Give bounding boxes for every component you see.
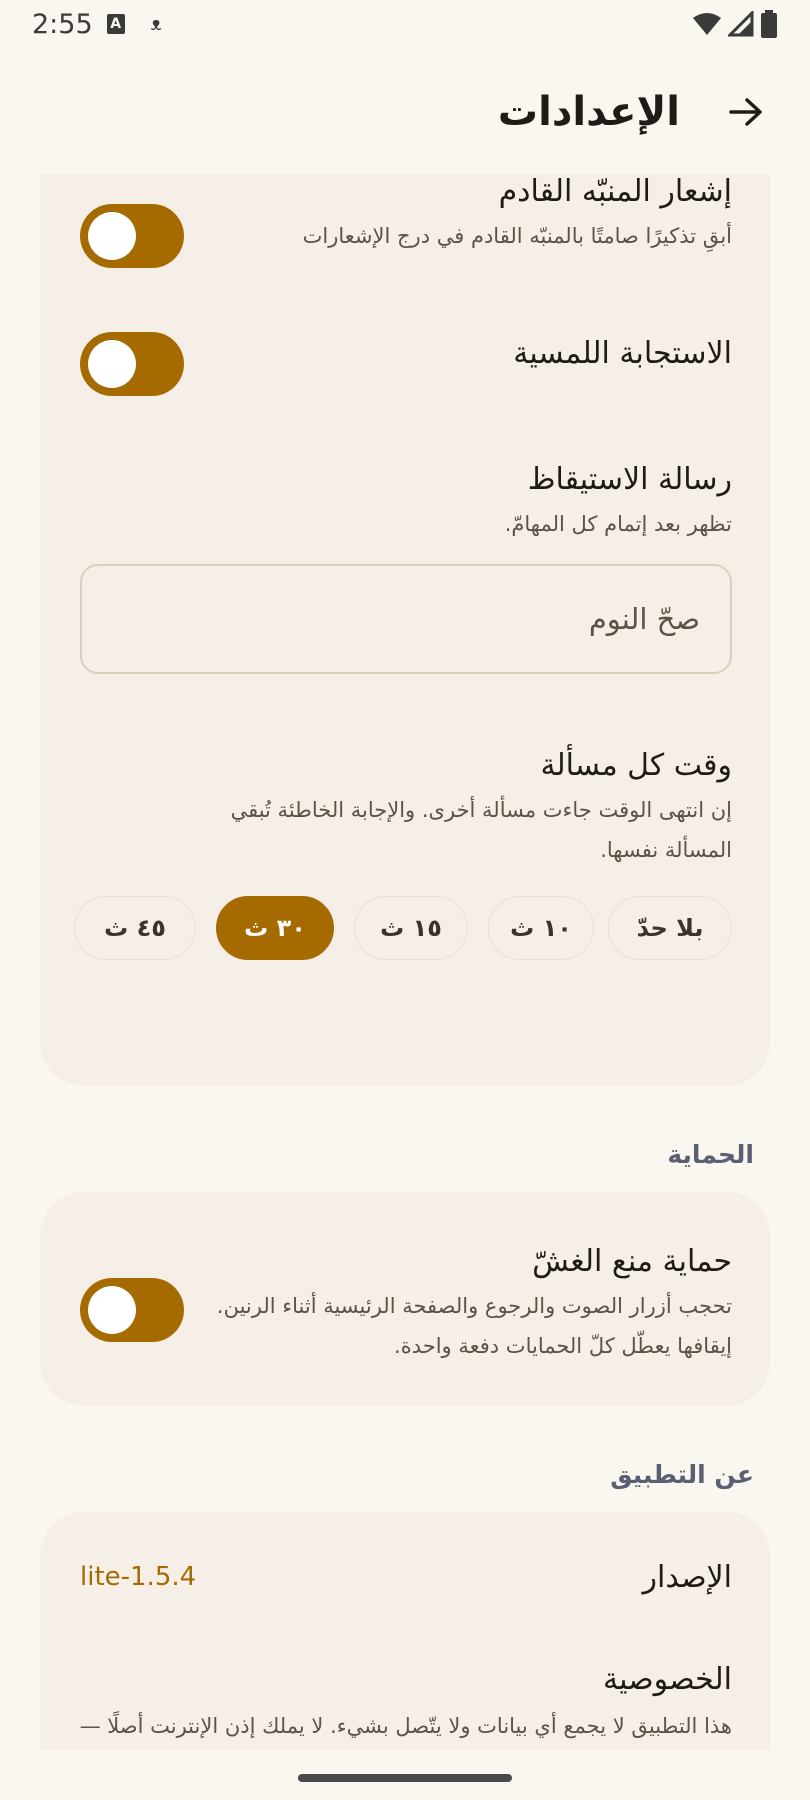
back-button[interactable] — [722, 88, 770, 136]
app-bar: الإعدادات — [0, 72, 810, 152]
signal-icon — [728, 11, 754, 37]
version-title: الإصدار — [642, 1560, 733, 1595]
status-bar: 2:55 A ᴥ — [0, 0, 810, 48]
time-option-10s[interactable]: ١٠ ث — [488, 896, 594, 960]
battery-icon — [761, 10, 777, 38]
anti-cheat-subtitle-line2: إيقافها يعطّل كلّ الحمايات دفعة واحدة. — [394, 1334, 732, 1358]
anti-cheat-subtitle-line1: تحجب أزرار الصوت والرجوع والصفحة الرئيسي… — [216, 1294, 732, 1318]
next-alarm-subtitle: أبقِ تذكيرًا صامتًا بالمنبّه القادم في د… — [302, 224, 732, 248]
settings-list[interactable]: إشعار المنبّه القادم أبقِ تذكيرًا صامتًا… — [0, 174, 810, 1750]
home-indicator[interactable] — [298, 1774, 512, 1782]
anti-cheat-row[interactable]: حماية منع الغشّ تحجب أزرار الصوت والرجوع… — [40, 1244, 770, 1364]
privacy-subtitle: هذا التطبيق لا يجمع أي بيانات ولا يتّصل … — [79, 1714, 732, 1738]
time-option-30s[interactable]: ٣٠ ث — [216, 896, 334, 960]
anti-cheat-toggle[interactable] — [80, 1278, 184, 1342]
wake-message-title: رسالة الاستيقاظ — [527, 462, 732, 497]
wake-message-field[interactable] — [80, 564, 732, 674]
next-alarm-toggle[interactable] — [80, 204, 184, 268]
protection-card: حماية منع الغشّ تحجب أزرار الصوت والرجوع… — [40, 1192, 770, 1406]
haptics-row[interactable]: الاستجابة اللمسية — [40, 322, 770, 432]
toggle-knob — [88, 212, 136, 260]
version-row: الإصدار lite-1.5.4 — [40, 1550, 770, 1610]
cat-icon: ᴥ — [150, 13, 162, 35]
toggle-knob — [88, 340, 136, 388]
wake-message-row: رسالة الاستيقاظ تظهر بعد إتمام كل المهام… — [40, 462, 770, 732]
privacy-title: الخصوصية — [603, 1662, 732, 1697]
haptics-title: الاستجابة اللمسية — [513, 336, 732, 371]
time-option-unlimited[interactable]: بلا حدّ — [608, 896, 732, 960]
toggle-knob — [88, 1286, 136, 1334]
time-option-45s[interactable]: ٤٥ ث — [74, 896, 196, 960]
next-alarm-row[interactable]: إشعار المنبّه القادم أبقِ تذكيرًا صامتًا… — [40, 174, 770, 292]
general-settings-card: إشعار المنبّه القادم أبقِ تذكيرًا صامتًا… — [40, 174, 770, 1086]
page-title: الإعدادات — [497, 89, 680, 135]
about-card: الإصدار lite-1.5.4 الخصوصية هذا التطبيق … — [40, 1512, 770, 1750]
status-right — [692, 10, 778, 38]
privacy-row[interactable]: الخصوصية هذا التطبيق لا يجمع أي بيانات و… — [40, 1662, 770, 1750]
wifi-icon — [693, 13, 721, 35]
about-section-label: عن التطبيق — [610, 1460, 754, 1489]
time-option-15s[interactable]: ١٥ ث — [354, 896, 468, 960]
question-time-subtitle-line1: إن انتهى الوقت جاءت مسألة أخرى. والإجابة… — [230, 798, 732, 822]
wake-message-input[interactable] — [82, 566, 730, 672]
haptics-toggle[interactable] — [80, 332, 184, 396]
a-box-icon: A — [106, 14, 125, 34]
status-time: 2:55 — [32, 8, 93, 40]
wake-message-subtitle: تظهر بعد إتمام كل المهامّ. — [504, 512, 732, 536]
question-time-row: وقت كل مسألة إن انتهى الوقت جاءت مسألة أ… — [40, 748, 770, 1018]
arrow-icon — [729, 98, 762, 126]
question-time-subtitle-line2: المسألة نفسها. — [600, 838, 732, 862]
version-value: lite-1.5.4 — [80, 1562, 197, 1592]
status-left: 2:55 A ᴥ — [32, 9, 162, 40]
question-time-title: وقت كل مسألة — [540, 748, 732, 783]
next-alarm-title: إشعار المنبّه القادم — [498, 174, 732, 209]
anti-cheat-title: حماية منع الغشّ — [532, 1244, 732, 1279]
protection-section-label: الحماية — [667, 1140, 754, 1169]
